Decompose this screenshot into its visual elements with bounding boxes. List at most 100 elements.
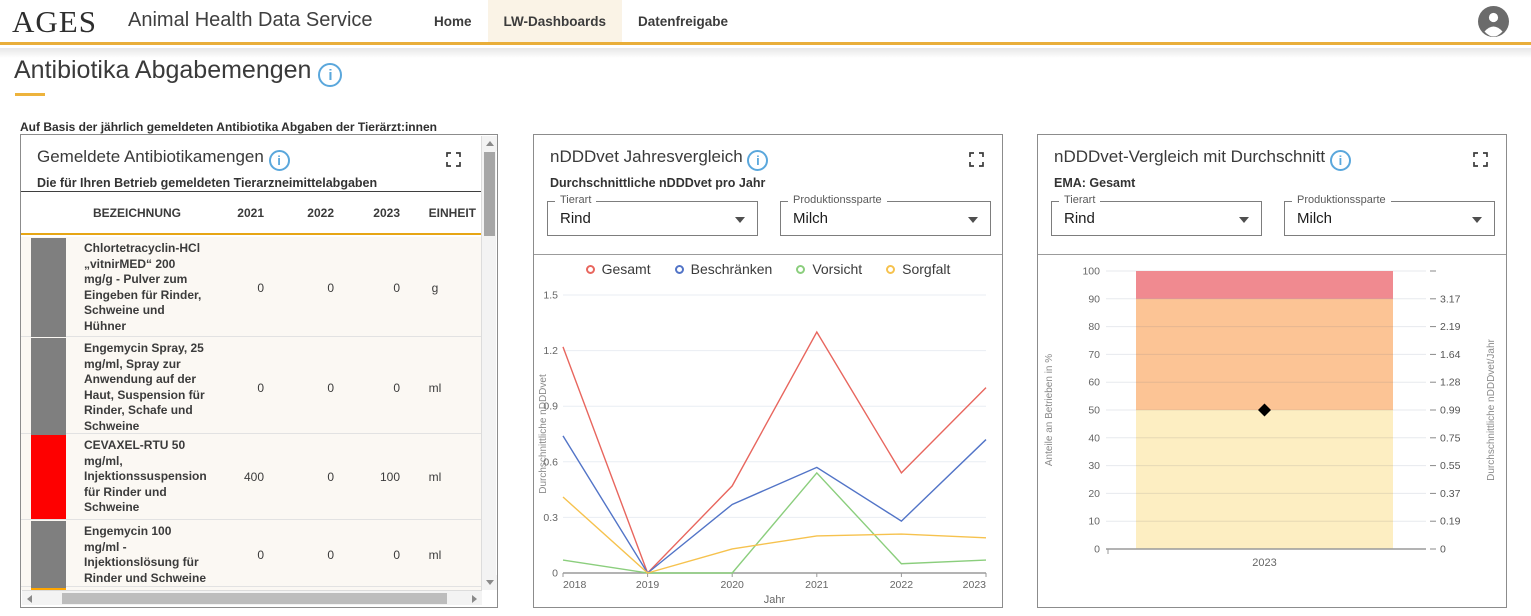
unit: ml	[428, 469, 442, 484]
panel3-title: nDDDvet-Vergleich mit Durchschnitt i	[1054, 147, 1351, 171]
medication-name: Engemycin 100 mg/ml - Injektionslösung f…	[84, 524, 207, 585]
page-subtitle: Auf Basis der jährlich gemeldeten Antibi…	[20, 120, 437, 134]
scroll-left-arrow[interactable]	[22, 591, 37, 606]
value-2023: 100	[379, 469, 400, 484]
panel3-subtitle: EMA: Gesamt	[1054, 176, 1136, 190]
svg-text:30: 30	[1088, 460, 1100, 472]
table-body: Chlortetracyclin-HCl „vitnirMED“ 200 mg/…	[21, 237, 482, 590]
ages-logo[interactable]: AGES	[12, 4, 97, 40]
legend-item-vorsicht[interactable]: Vorsicht	[796, 261, 862, 277]
chevron-down-icon	[735, 217, 745, 223]
svg-text:20: 20	[1088, 488, 1100, 500]
row-color-indicator	[31, 338, 66, 437]
svg-text:10: 10	[1088, 516, 1100, 528]
medication-name: CEVAXEL-RTU 50 mg/ml, Injektionssuspensi…	[84, 438, 207, 514]
page-title: Antibiotika Abgabemengen i	[14, 56, 343, 87]
produktionssparte-select[interactable]: Produktionssparte Milch	[780, 194, 991, 236]
nav-item-datenfreigabe[interactable]: Datenfreigabe	[622, 0, 744, 42]
chevron-down-icon	[1239, 217, 1249, 223]
value-2021: 0	[257, 548, 264, 562]
panel1-fullscreen-icon[interactable]	[446, 152, 461, 167]
panel-nddd-vergleich-durchschnitt: nDDDvet-Vergleich mit Durchschnitt i EMA…	[1037, 134, 1507, 608]
horizontal-scrollbar-thumb[interactable]	[62, 593, 447, 604]
svg-text:2023: 2023	[1252, 557, 1276, 569]
panel3-fullscreen-icon[interactable]	[1473, 152, 1488, 167]
app-title: Animal Health Data Service	[128, 9, 373, 31]
panel2-info-icon[interactable]: i	[747, 150, 769, 171]
chevron-down-icon	[1472, 217, 1482, 223]
svg-text:90: 90	[1088, 293, 1100, 305]
svg-text:0.75: 0.75	[1440, 432, 1461, 444]
svg-text:80: 80	[1088, 321, 1100, 333]
svg-text:0.19: 0.19	[1440, 516, 1461, 528]
tierart-select[interactable]: Tierart Rind	[1051, 194, 1262, 236]
col-header-2021: 2021	[237, 205, 264, 220]
line-chart-legend: Gesamt Beschränken Vorsicht Sorgfalt	[534, 261, 1002, 277]
svg-text:2023: 2023	[963, 579, 987, 591]
svg-text:40: 40	[1088, 432, 1100, 444]
svg-text:2020: 2020	[721, 579, 745, 591]
svg-text:1.5: 1.5	[543, 290, 558, 302]
panel2-filters: Tierart Rind Produktionssparte Milch	[547, 194, 991, 236]
medication-name: Engemycin Spray, 25 mg/ml, Spray zur Anw…	[84, 341, 205, 433]
user-account-icon[interactable]	[1478, 6, 1509, 37]
value-2021: 400	[243, 469, 264, 484]
nav-item-home[interactable]: Home	[418, 0, 488, 42]
panel3-info-icon[interactable]: i	[1329, 150, 1351, 171]
panel2-fullscreen-icon[interactable]	[969, 152, 984, 167]
app-header: AGES Animal Health Data Service Home LW-…	[0, 0, 1531, 45]
svg-text:2018: 2018	[563, 579, 587, 591]
table-row: Chlortetracyclin-HCl „vitnirMED“ 200 mg/…	[21, 237, 482, 337]
legend-item-gesamt[interactable]: Gesamt	[585, 261, 651, 277]
svg-text:0: 0	[552, 568, 558, 580]
row-color-indicator	[31, 521, 66, 589]
vertical-scrollbar[interactable]	[481, 136, 497, 590]
legend-marker	[796, 264, 806, 274]
horizontal-scrollbar[interactable]	[22, 590, 482, 605]
panel3-filters: Tierart Rind Produktionssparte Milch	[1051, 194, 1495, 236]
panel1-subtitle: Die für Ihren Betrieb gemeldeten Tierarz…	[37, 176, 378, 190]
svg-text:2019: 2019	[636, 579, 660, 591]
scroll-up-arrow[interactable]	[482, 136, 497, 151]
unit: ml	[428, 548, 442, 562]
scroll-down-arrow[interactable]	[482, 575, 497, 590]
legend-label: Beschränken	[690, 261, 773, 277]
legend-item-sorgfalt[interactable]: Sorgfalt	[886, 261, 950, 277]
col-header-2022: 2022	[307, 205, 334, 220]
legend-marker	[674, 264, 684, 274]
row-color-indicator	[31, 435, 66, 519]
row-color-indicator	[31, 238, 66, 337]
legend-marker	[886, 264, 896, 274]
value-2023: 0	[393, 548, 400, 562]
stacked-bar-chart: 0 10 20 30 40 50 60 70 80 90 100 2023 0 0.19 0.37 0.55 0…	[1042, 265, 1504, 600]
panel2-title: nDDDvet Jahresvergleich i	[550, 147, 769, 171]
produktionssparte-select[interactable]: Produktionssparte Milch	[1284, 194, 1495, 236]
svg-text:2.19: 2.19	[1440, 321, 1461, 333]
value-2023: 0	[393, 380, 400, 395]
table-row: Engemycin Spray, 25 mg/ml, Spray zur Anw…	[21, 337, 482, 437]
svg-text:0.3: 0.3	[543, 512, 558, 524]
panel2-subtitle: Durchschnittliche nDDDvet pro Jahr	[550, 176, 766, 190]
svg-text:0: 0	[1440, 544, 1446, 556]
panel1-info-icon[interactable]: i	[268, 150, 290, 171]
col-header-einheit: EINHEIT	[428, 205, 476, 220]
legend-item-beschränken[interactable]: Beschränken	[674, 261, 773, 277]
svg-text:2021: 2021	[805, 579, 829, 591]
svg-text:50: 50	[1088, 405, 1100, 417]
page-info-icon[interactable]: i	[318, 63, 343, 87]
value-2022: 0	[327, 380, 334, 395]
value-2023: 0	[393, 280, 400, 295]
svg-text:3.17: 3.17	[1440, 293, 1461, 305]
vertical-scrollbar-thumb[interactable]	[484, 152, 495, 236]
nav-item-lw-dashboards[interactable]: LW-Dashboards	[487, 0, 623, 42]
svg-text:Anteile an Betrieben in %: Anteile an Betrieben in %	[1044, 354, 1055, 466]
tierart-select[interactable]: Tierart Rind	[547, 194, 758, 236]
svg-text:2022: 2022	[890, 579, 914, 591]
value-2021: 0	[257, 280, 264, 295]
scroll-right-arrow[interactable]	[467, 591, 482, 606]
main-nav: Home LW-Dashboards Datenfreigabe	[418, 0, 744, 42]
legend-marker	[585, 264, 595, 274]
svg-text:1.28: 1.28	[1440, 377, 1461, 389]
svg-text:Durchschnittliche nDDDvet: Durchschnittliche nDDDvet	[538, 374, 549, 494]
svg-text:1.2: 1.2	[543, 345, 558, 357]
